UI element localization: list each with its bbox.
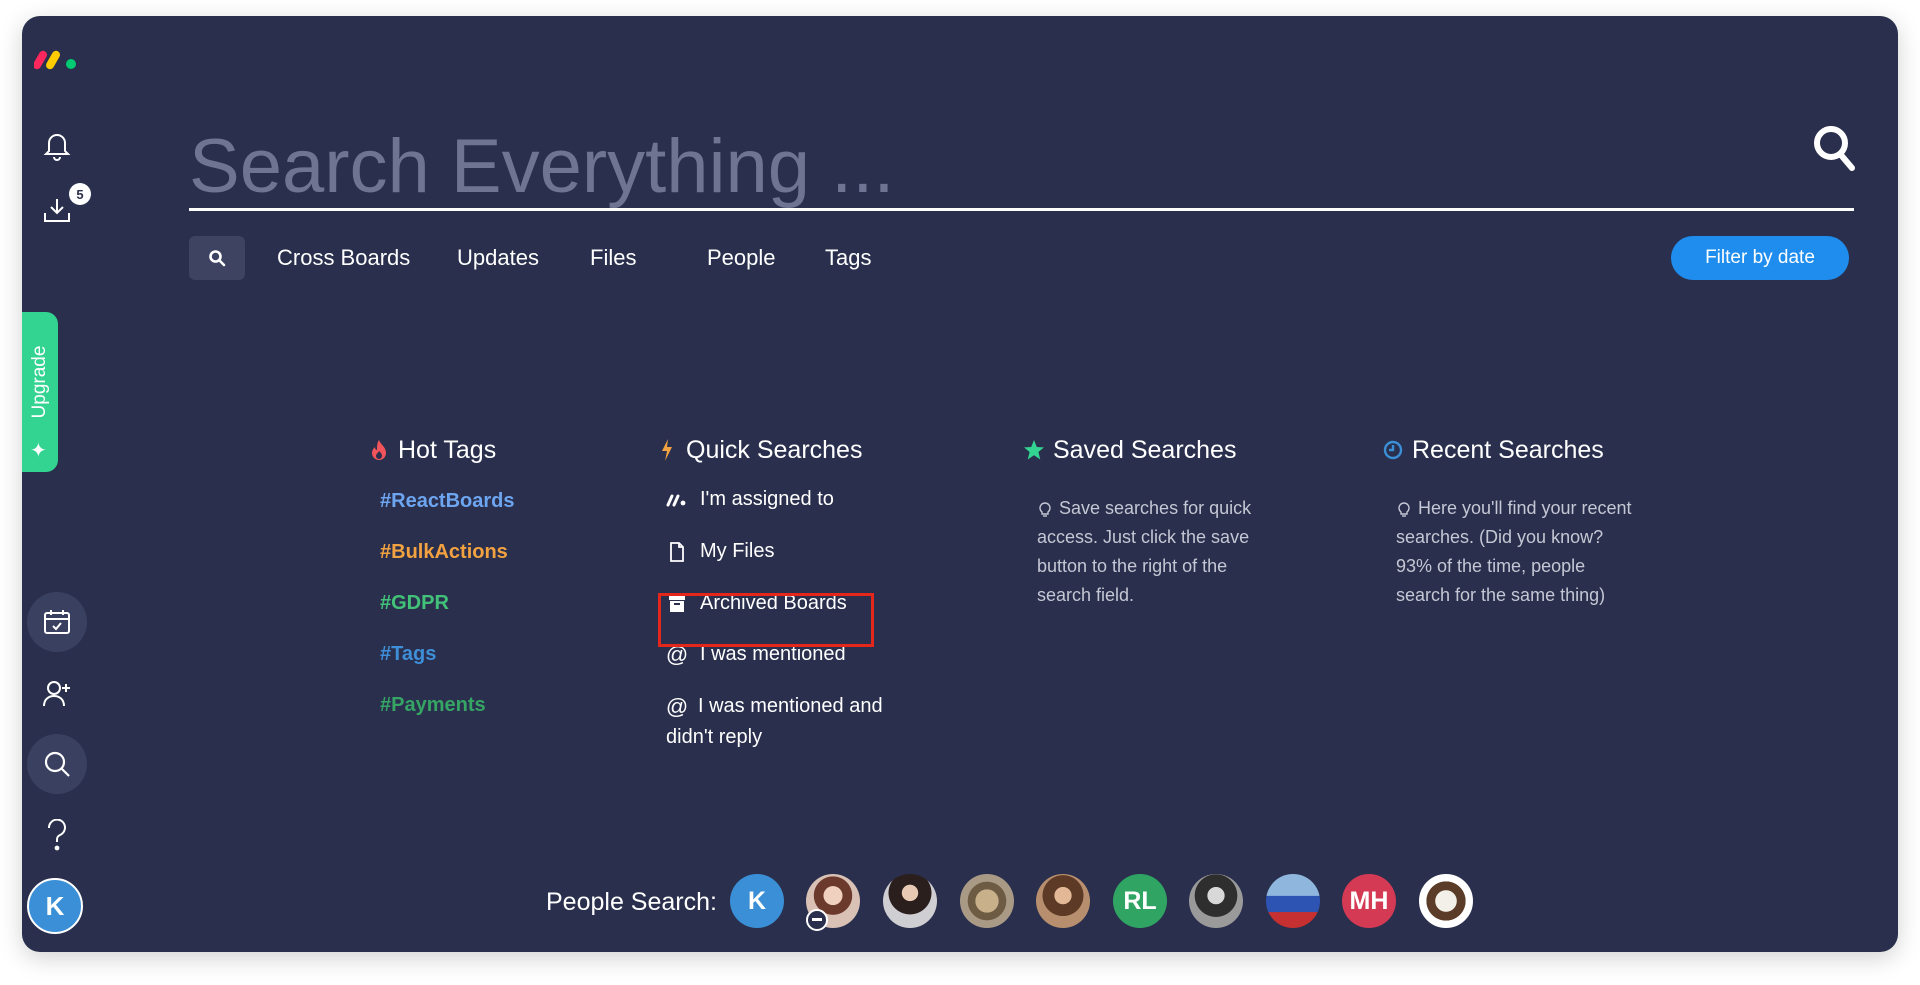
recent-searches-hint: Here you'll find your recent searches. (… — [1396, 498, 1632, 605]
person-avatar-photo[interactable] — [1036, 874, 1090, 928]
quick-search-mentioned-not-replied[interactable]: @ I was mentioned and didn't reply — [666, 691, 906, 753]
help-icon[interactable] — [27, 805, 87, 865]
sparkle-icon: ✦ — [30, 440, 47, 462]
lightbulb-icon — [1039, 502, 1051, 517]
search-filter-tabs: Cross Boards Updates Files People Tags F… — [189, 236, 1854, 282]
hot-tag-bulkactions[interactable]: #BulkActions — [380, 541, 508, 564]
hot-tags-heading: Hot Tags — [368, 434, 496, 466]
search-header — [189, 111, 1854, 231]
fire-icon — [368, 438, 390, 462]
filter-by-date-button[interactable]: Filter by date — [1671, 236, 1849, 280]
person-avatar-k[interactable]: K — [730, 874, 784, 928]
annotation-highlight-box — [658, 593, 874, 647]
people-search-label: People Search: — [546, 888, 717, 916]
hot-tag-payments[interactable]: #Payments — [380, 694, 486, 717]
upgrade-label: Upgrade — [29, 345, 50, 419]
saved-searches-heading: Saved Searches — [1023, 434, 1236, 466]
my-work-calendar-icon[interactable] — [27, 592, 87, 652]
tab-updates[interactable]: Updates — [457, 236, 539, 280]
search-underline — [189, 208, 1854, 211]
star-icon — [1023, 438, 1045, 462]
tab-cross-boards[interactable]: Cross Boards — [277, 236, 410, 280]
person-avatar-photo[interactable] — [883, 874, 937, 928]
file-icon — [666, 536, 688, 567]
tab-tags[interactable]: Tags — [825, 236, 871, 280]
tab-all-search[interactable] — [189, 236, 245, 280]
person-avatar-photo[interactable] — [960, 874, 1014, 928]
left-sidebar: 5 Upgrade ✦ K — [22, 16, 92, 952]
search-input[interactable] — [189, 111, 1749, 221]
quick-searches-heading: Quick Searches — [656, 434, 862, 466]
invite-members-icon[interactable] — [27, 663, 87, 723]
away-status-icon — [806, 909, 828, 931]
upgrade-button[interactable]: Upgrade ✦ — [22, 312, 58, 472]
lightbulb-icon — [1398, 502, 1410, 517]
monday-logo-icon[interactable] — [34, 42, 80, 72]
quick-search-assigned-to[interactable]: I'm assigned to — [666, 484, 906, 515]
search-icon[interactable] — [27, 734, 87, 794]
recent-searches-heading: Recent Searches — [1382, 434, 1604, 466]
tab-people[interactable]: People — [707, 236, 776, 280]
notification-count-badge: 5 — [69, 183, 91, 205]
inbox-download-icon[interactable]: 5 — [27, 180, 91, 240]
lightning-icon — [656, 438, 678, 462]
clock-icon — [1382, 438, 1404, 462]
hot-tag-reactboards[interactable]: #ReactBoards — [380, 490, 515, 513]
at-icon: @ — [665, 694, 689, 719]
hot-tag-gdpr[interactable]: #GDPR — [380, 592, 449, 615]
person-avatar-photo[interactable] — [1266, 874, 1320, 928]
person-avatar-mh[interactable]: MH — [1342, 874, 1396, 928]
person-avatar-rl[interactable]: RL — [1113, 874, 1167, 928]
monday-logo-icon — [666, 484, 688, 515]
quick-search-my-files[interactable]: My Files — [666, 536, 906, 567]
user-avatar[interactable]: K — [27, 878, 83, 934]
person-avatar-photo[interactable] — [1419, 874, 1473, 928]
hot-tag-tags[interactable]: #Tags — [380, 643, 436, 666]
tab-files[interactable]: Files — [590, 236, 636, 280]
app-window: 5 Upgrade ✦ K Search Everything ... Cros… — [22, 16, 1898, 952]
person-avatar-photo[interactable] — [1189, 874, 1243, 928]
saved-searches-hint: Save searches for quick access. Just cli… — [1037, 498, 1252, 605]
search-submit-icon[interactable] — [1812, 124, 1856, 177]
notifications-bell-icon[interactable] — [27, 116, 87, 176]
